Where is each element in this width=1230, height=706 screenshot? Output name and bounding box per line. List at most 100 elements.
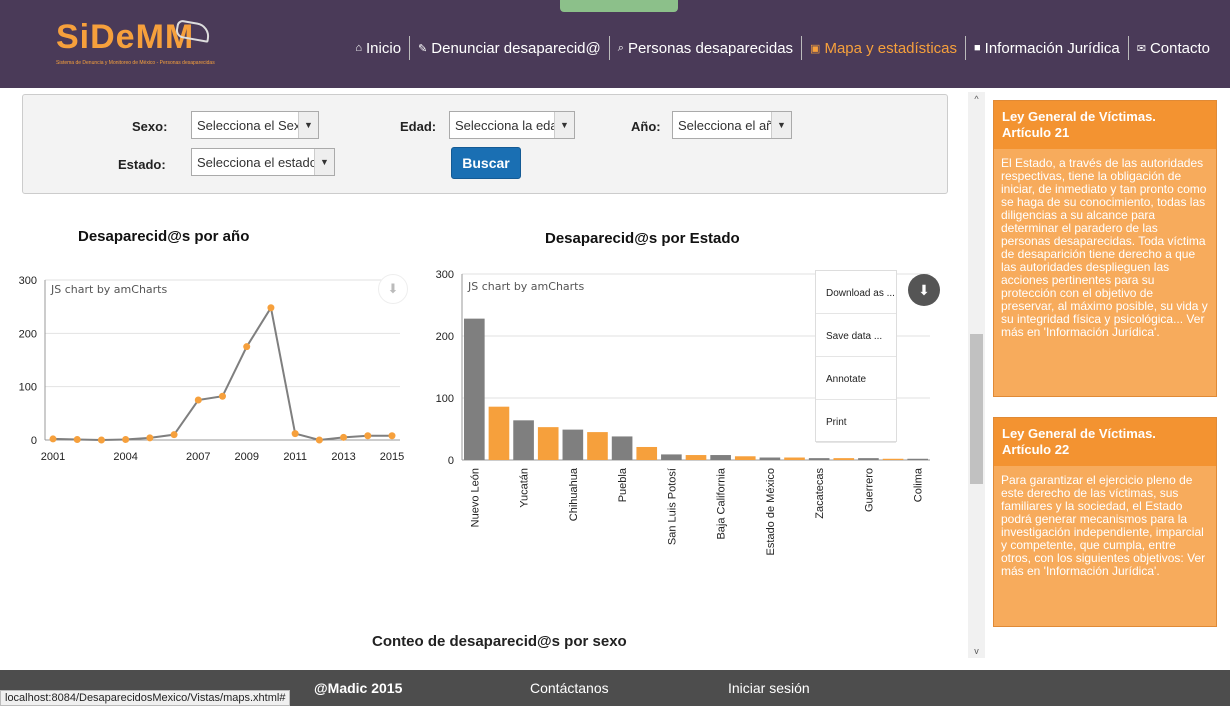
x-tick-label: 2009 <box>234 451 258 463</box>
data-point <box>194 396 202 404</box>
search-icon: ⌕ <box>617 41 624 54</box>
bar <box>907 458 928 460</box>
data-point <box>219 392 226 400</box>
data-point <box>243 343 251 351</box>
nav-item[interactable]: ⌕ Personas desaparecidas <box>610 40 801 57</box>
bar <box>685 455 707 460</box>
x-tick-label: Guerrero <box>863 468 875 512</box>
nav-item[interactable]: ⌂ Inicio <box>347 40 409 57</box>
y-tick-label: 300 <box>436 269 454 281</box>
law-card-title: Ley General de Víctimas. Artículo 21 <box>994 101 1216 149</box>
export-menu-item[interactable]: Annotate <box>816 357 896 400</box>
export-menu-item[interactable]: Print <box>816 400 896 443</box>
buscar-button[interactable]: Buscar <box>451 147 521 179</box>
line-chart: 0 100 200 300 JS chart by amCharts 2001 2004 20… <box>19 275 405 463</box>
chart-credit: JS chart by amCharts <box>467 280 584 293</box>
pencil-icon: ✎ <box>418 42 428 55</box>
bar <box>759 457 781 460</box>
status-url: localhost:8084/DesaparecidosMexico/Vista… <box>0 690 291 706</box>
x-tick-label: Puebla <box>617 467 629 502</box>
chevron-down-icon[interactable]: v <box>968 646 985 656</box>
data-point <box>146 434 154 442</box>
chevron-down-icon: ▼ <box>771 112 791 138</box>
data-point <box>267 304 275 312</box>
chevron-down-icon: ▼ <box>554 112 574 138</box>
anio-select[interactable]: Selecciona el año ▼ <box>672 111 792 139</box>
download-icon[interactable]: ⬇ <box>908 274 940 306</box>
law-card-body: Para garantizar el ejercicio pleno de es… <box>1001 473 1206 578</box>
bar <box>808 458 830 460</box>
data-point <box>49 435 57 443</box>
picture-icon: ▣ <box>810 42 821 55</box>
y-tick-label: 0 <box>31 435 37 447</box>
edad-label: Edad: <box>400 119 437 134</box>
x-tick-label: San Luis Potosí <box>666 468 678 545</box>
bar <box>661 454 682 460</box>
y-tick-label: 100 <box>19 382 37 394</box>
footer-brand: @Madic 2015 <box>314 680 403 696</box>
bar <box>464 318 485 460</box>
estado-label: Estado: <box>118 157 166 172</box>
bar <box>710 455 731 460</box>
nav-item-label: Mapa y estadísticas <box>824 39 958 57</box>
nav-item-label: Inicio <box>366 39 402 57</box>
data-point <box>291 430 299 438</box>
nav-item-label: Información Jurídica <box>984 39 1120 57</box>
law-card-body: El Estado, a través de las autoridades r… <box>1001 156 1208 339</box>
top-tab-indicator <box>560 0 678 12</box>
scrollbar[interactable]: ^ v <box>968 92 985 658</box>
nav-item[interactable]: ▣ Mapa y estadísticas <box>802 40 965 57</box>
bar <box>858 458 879 460</box>
x-tick-label: 2007 <box>186 451 210 463</box>
download-icon[interactable]: ⬇ <box>378 274 408 304</box>
export-menu-item[interactable]: Download as ... <box>816 271 896 314</box>
data-point <box>97 436 105 444</box>
bar <box>784 457 805 460</box>
y-tick-label: 100 <box>436 393 454 405</box>
scrollbar-thumb[interactable] <box>970 334 983 484</box>
export-menu-item[interactable]: Save data ... <box>816 314 896 357</box>
nav-item[interactable]: ■ Información Jurídica <box>966 40 1128 57</box>
nav-item[interactable]: ✉ Contacto <box>1129 40 1218 57</box>
x-tick-label: 2001 <box>41 451 65 463</box>
sexo-value: Selecciona el Sexo <box>197 118 308 133</box>
nav-item-label: Contacto <box>1149 39 1210 57</box>
bar <box>587 432 608 460</box>
edad-select[interactable]: Selecciona la edad ▼ <box>449 111 575 139</box>
law-card-title: Ley General de Víctimas. Artículo 22 <box>994 418 1216 466</box>
x-tick-label: Zacatecas <box>814 468 826 519</box>
filter-panel: Sexo: Selecciona el Sexo ▼ Edad: Seleccio… <box>22 94 948 194</box>
nav-item-label: Denunciar desaparecid@ <box>431 39 601 57</box>
footer-login-link[interactable]: Iniciar sesión <box>728 680 810 696</box>
sexo-label: Sexo: <box>132 119 168 134</box>
data-point <box>73 435 81 443</box>
book-icon: ■ <box>974 42 981 54</box>
nav-item[interactable]: ✎ Denunciar desaparecid@ <box>410 40 609 57</box>
bar <box>734 456 756 460</box>
footer-contact-link[interactable]: Contáctanos <box>530 680 609 696</box>
law-card: Ley General de Víctimas. Artículo 22 Par… <box>993 417 1217 627</box>
chart-title-estado: Desaparecid@s por Estado <box>545 230 740 247</box>
x-tick-label: Estado de México <box>765 468 777 555</box>
bar <box>488 406 510 460</box>
data-point <box>340 433 348 441</box>
x-tick-label: Colima <box>913 467 925 502</box>
chevron-up-icon[interactable]: ^ <box>968 94 985 104</box>
x-tick-label: Baja California <box>716 467 728 539</box>
x-tick-label: 2004 <box>113 451 137 463</box>
data-point <box>315 436 323 444</box>
data-point <box>122 435 130 443</box>
series-line <box>52 305 392 442</box>
chart-title-anio: Desaparecid@s por año <box>78 228 250 245</box>
x-tick-label: Nuevo León <box>469 468 481 527</box>
envelope-icon: ✉ <box>1136 42 1146 55</box>
estado-select[interactable]: Selecciona el estado ▼ <box>191 148 335 176</box>
logo[interactable]: SiDeMM Sistema de Denuncia y Monitoreo de… <box>56 18 215 66</box>
bar <box>513 420 534 460</box>
home-icon: ⌂ <box>355 42 363 54</box>
sexo-select[interactable]: Selecciona el Sexo ▼ <box>191 111 319 139</box>
nav-item-label: Personas desaparecidas <box>627 39 794 57</box>
bar <box>833 458 855 460</box>
x-tick-label: 2013 <box>331 451 355 463</box>
data-point <box>170 431 178 439</box>
